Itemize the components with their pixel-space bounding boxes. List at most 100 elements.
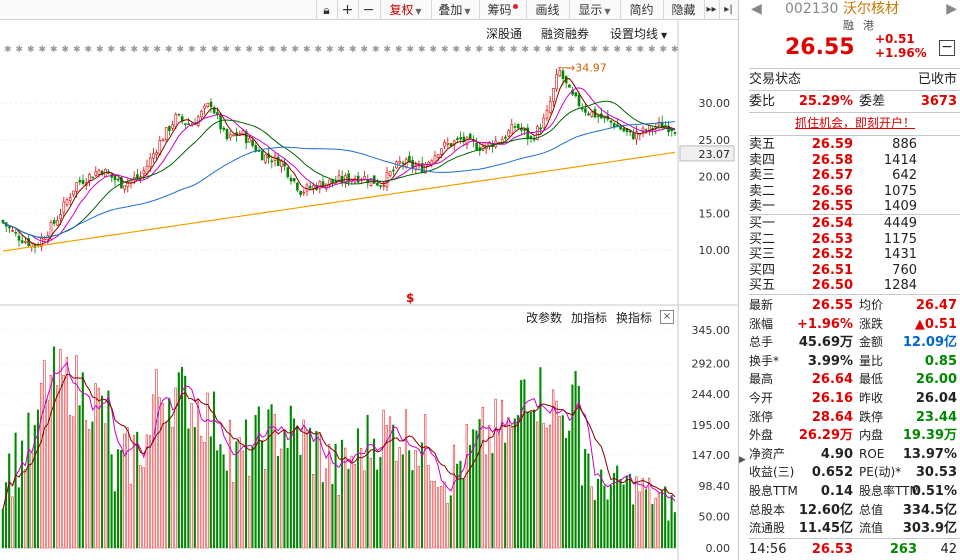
promo-banner[interactable]: 抓住机会，即刻开户！ xyxy=(749,114,960,133)
volume-bar xyxy=(651,504,654,549)
chart-area[interactable]: 30.00 25.00 20.00 15.00 10.00 23.07 345.00 292.… xyxy=(0,0,738,560)
bid-row[interactable]: 买二 26.53 1175 xyxy=(749,232,960,248)
candle-body xyxy=(382,185,386,187)
lock-icon[interactable]: 🔒︎ xyxy=(316,0,336,20)
zoom-out-button[interactable]: − xyxy=(358,0,378,20)
event-marker-icon: ✱ xyxy=(211,45,219,55)
volume-bar xyxy=(315,430,318,549)
link-shsz-connect[interactable]: 深股通 xyxy=(486,25,522,42)
double-chevron-right-icon[interactable]: ▸▸ xyxy=(704,0,718,20)
bid-row[interactable]: 买四 26.51 760 xyxy=(749,263,960,279)
volume-bar xyxy=(155,369,158,549)
volume-bar xyxy=(251,446,254,549)
candle-body xyxy=(542,117,546,129)
ask-price: 26.59 xyxy=(811,137,853,152)
remove-watchlist-button[interactable]: − xyxy=(939,40,955,56)
candle-body xyxy=(379,185,382,187)
candle-body xyxy=(52,220,56,224)
next-stock-icon[interactable]: ▶ xyxy=(946,0,957,19)
event-marker-icon: ✱ xyxy=(522,45,530,55)
stat-value: +1.96% xyxy=(797,316,853,332)
hide-button[interactable]: 隐藏 xyxy=(663,0,703,20)
expand-panel-icon[interactable]: ▸| xyxy=(719,0,737,20)
volume-bar xyxy=(584,448,587,549)
chevron-down-icon: ▼ xyxy=(415,7,422,16)
price-tick-label: 25.00 xyxy=(699,134,731,147)
volume-bar xyxy=(504,442,507,549)
candle-body xyxy=(43,238,46,241)
volume-bar xyxy=(353,464,356,549)
link-margin-trading[interactable]: 融资融券 xyxy=(541,25,589,42)
ask-volume: 1075 xyxy=(883,183,917,199)
event-marker-icon: ✱ xyxy=(476,45,484,55)
event-marker-icon: ✱ xyxy=(361,45,369,55)
display-button[interactable]: 显示 ▼ xyxy=(569,0,619,20)
promo-text[interactable]: 抓住机会，即刻开户！ xyxy=(795,116,915,130)
stat-label: 均价 xyxy=(859,298,884,312)
candle-body xyxy=(78,180,82,183)
volume-bar xyxy=(568,430,571,549)
set-ma-dropdown[interactable]: 设置均线 ▼ xyxy=(610,25,667,42)
draw-button[interactable]: 画线 xyxy=(526,0,568,20)
restore-button[interactable]: 复权 ▼ xyxy=(380,0,430,20)
ask-row[interactable]: 卖四 26.58 1414 xyxy=(749,153,960,169)
stat-value: 0.51% xyxy=(911,484,957,499)
volume-bar xyxy=(206,392,209,549)
volume-bar xyxy=(107,390,110,549)
switch-indicator-button[interactable]: 换指标 xyxy=(616,309,652,326)
prev-stock-icon[interactable]: ◀ xyxy=(751,0,762,19)
bid-row[interactable]: 买一 26.54 4449 xyxy=(749,216,960,232)
volume-bar xyxy=(625,475,628,549)
simple-button[interactable]: 简约 xyxy=(620,0,662,20)
kline-chart[interactable]: 30.00 25.00 20.00 15.00 10.00 23.07 345.00 292.… xyxy=(0,0,738,560)
bid-row[interactable]: 买三 26.52 1431 xyxy=(749,247,960,263)
zoom-in-button[interactable]: + xyxy=(337,0,357,20)
ask-row[interactable]: 卖三 26.57 642 xyxy=(749,168,960,184)
ask-label: 卖一 xyxy=(749,199,776,214)
collapse-arrow-icon[interactable]: ▶ xyxy=(739,455,747,485)
volume-bar xyxy=(376,469,379,549)
chips-button[interactable]: 筹码 xyxy=(479,0,525,20)
bid-row[interactable]: 买五 26.50 1284 xyxy=(749,278,960,294)
event-marker-icon: ✱ xyxy=(16,45,24,55)
chevron-down-icon: ▼ xyxy=(464,7,471,16)
volume-bar xyxy=(273,414,276,549)
candle-body xyxy=(88,174,91,181)
stat-label: 流值 xyxy=(859,521,884,536)
candle-body xyxy=(180,116,184,122)
volume-bar xyxy=(168,398,171,549)
event-marker-icon: ✱ xyxy=(108,45,116,55)
volume-bar xyxy=(612,473,616,549)
volume-bar xyxy=(238,437,241,549)
volume-bar xyxy=(225,470,228,549)
volume-bar xyxy=(628,473,632,549)
volume-bar xyxy=(187,428,190,549)
volume-bar xyxy=(561,415,564,549)
overlay-button[interactable]: 叠加 ▼ xyxy=(431,0,477,20)
ask-row[interactable]: 卖五 26.59 886 xyxy=(749,137,960,153)
stat-value: 13.97% xyxy=(902,446,957,462)
volume-bar xyxy=(619,479,622,549)
candle-body xyxy=(232,134,235,137)
ask-row[interactable]: 卖二 26.56 1075 xyxy=(749,184,960,200)
event-marker-icon: ✱ xyxy=(223,45,231,55)
volume-bar xyxy=(424,414,427,549)
event-marker-icon: ✱ xyxy=(545,45,553,55)
event-marker-icon: ✱ xyxy=(499,45,507,55)
candle-body xyxy=(577,94,581,106)
candle-body xyxy=(398,161,402,164)
add-indicator-button[interactable]: 加指标 xyxy=(571,309,607,326)
candle-body xyxy=(299,190,302,195)
close-icon[interactable]: × xyxy=(660,310,674,324)
stat-label: 涨幅 xyxy=(749,316,774,331)
ask-row[interactable]: 卖一 26.55 1409 xyxy=(749,199,960,215)
candle-body xyxy=(152,153,155,159)
stat-value: 303.9亿 xyxy=(902,521,957,537)
volume-bar xyxy=(254,415,257,549)
change-params-button[interactable]: 改参数 xyxy=(526,309,562,326)
volume-bar xyxy=(219,444,222,549)
event-marker-icon: ✱ xyxy=(4,45,12,55)
volume-bar xyxy=(235,441,238,549)
stats-row: 总手 45.69万 金额 12.09亿 xyxy=(749,333,960,352)
trade-status-label: 交易状态 xyxy=(749,72,802,87)
